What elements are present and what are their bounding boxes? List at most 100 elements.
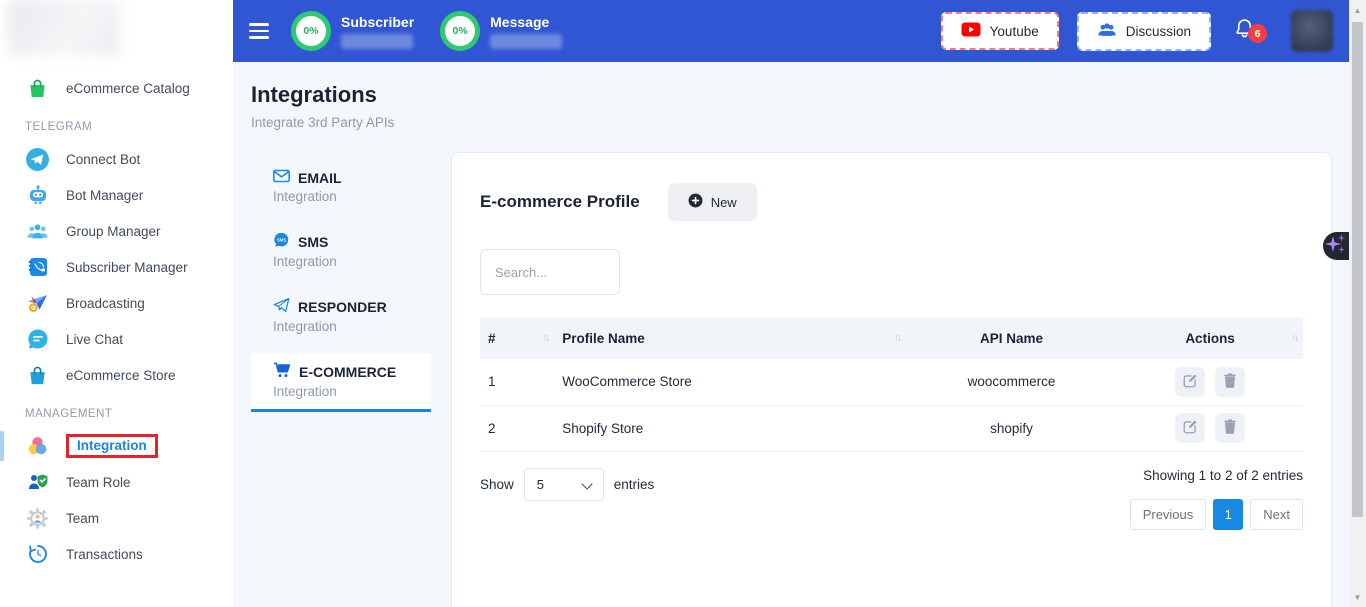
subnav-item-email[interactable]: EMAIL Integration xyxy=(251,160,431,214)
column-header-api-name[interactable]: API Name xyxy=(906,317,1117,359)
sidebar-item-integration[interactable]: Integration xyxy=(0,428,233,464)
search-input[interactable] xyxy=(480,249,620,295)
sort-icon[interactable]: ↑↓ xyxy=(542,333,548,344)
sidebar-item-label: Connect Bot xyxy=(66,152,140,167)
showing-entries-text: Showing 1 to 2 of 2 entries xyxy=(1143,468,1303,483)
sidebar-item-connect-bot[interactable]: Connect Bot xyxy=(0,141,233,177)
subscriber-progress-ring: 0% xyxy=(291,11,331,51)
shopping-cart-icon xyxy=(273,362,291,381)
scroll-up-arrow-icon[interactable]: ▲ xyxy=(1349,2,1366,18)
edit-icon xyxy=(1183,419,1198,437)
scrollbar-thumb[interactable] xyxy=(1352,22,1363,517)
hamburger-icon[interactable] xyxy=(249,23,269,38)
shopping-bag-green-icon xyxy=(25,76,50,101)
sidebar-item-bot-manager[interactable]: Bot Manager xyxy=(0,177,233,213)
ai-assistant-button[interactable] xyxy=(1323,232,1349,260)
page-size-select[interactable]: 5 xyxy=(524,468,604,501)
ai-sparkles-icon xyxy=(1325,232,1347,261)
discussion-button[interactable]: Discussion xyxy=(1077,12,1211,51)
message-value-blurred xyxy=(490,34,562,49)
sidebar-item-ecommerce-catalog[interactable]: eCommerce Catalog xyxy=(0,70,233,106)
sidebar-item-subscriber-manager[interactable]: Subscriber Manager xyxy=(0,249,233,285)
discussion-button-label: Discussion xyxy=(1126,24,1191,39)
api-name-cell: shopify xyxy=(906,405,1117,451)
row-number: 1 xyxy=(480,359,554,405)
sort-icon[interactable]: ↑↓ xyxy=(1291,333,1297,344)
column-header-profile-name[interactable]: Profile Name↑↓ xyxy=(554,317,906,359)
discussion-users-icon xyxy=(1097,22,1117,41)
table-row: 2 Shopify Store shopify xyxy=(480,405,1303,451)
subnav-item-ecommerce[interactable]: E-COMMERCE Integration xyxy=(251,353,431,412)
profile-name-cell: Shopify Store xyxy=(554,405,906,451)
subnav-subtitle: Integration xyxy=(273,319,431,334)
sidebar-item-label: Team Role xyxy=(66,475,131,490)
subscriber-stat-label: Subscriber xyxy=(341,14,414,30)
show-label: Show xyxy=(480,477,514,492)
sidebar-item-ecommerce-store[interactable]: eCommerce Store xyxy=(0,357,233,393)
message-progress-ring: 0% xyxy=(440,11,480,51)
edit-button[interactable] xyxy=(1175,367,1205,397)
svg-text:SMS: SMS xyxy=(277,238,286,243)
users-group-icon xyxy=(25,219,50,244)
sidebar-item-team[interactable]: Team xyxy=(0,500,233,536)
plus-circle-icon xyxy=(688,193,703,211)
delete-button[interactable] xyxy=(1215,413,1245,443)
sidebar-section-management: MANAGEMENT xyxy=(0,408,233,420)
scroll-down-arrow-icon[interactable]: ▼ xyxy=(1349,589,1366,605)
sidebar-item-broadcasting[interactable]: Broadcasting xyxy=(0,285,233,321)
main-content: Integrations Integrate 3rd Party APIs EM… xyxy=(233,62,1349,607)
sidebar-item-team-role[interactable]: Team Role xyxy=(0,464,233,500)
api-name-cell: woocommerce xyxy=(906,359,1117,405)
paper-plane-icon xyxy=(273,297,290,316)
subnav-item-responder[interactable]: RESPONDER Integration xyxy=(251,288,431,344)
sidebar: eCommerce Catalog TELEGRAM Connect Bot B… xyxy=(0,0,233,607)
subnav-title: E-COMMERCE xyxy=(299,364,396,380)
column-header-num[interactable]: #↑↓ xyxy=(480,317,554,359)
user-avatar[interactable] xyxy=(1291,10,1333,52)
sidebar-item-label: Integration xyxy=(77,438,147,453)
message-percent: 0% xyxy=(445,16,475,46)
profiles-table: #↑↓ Profile Name↑↓ API Name Actions↑↓ 1 … xyxy=(480,317,1303,452)
sidebar-item-label: eCommerce Catalog xyxy=(66,81,190,96)
sidebar-item-label: eCommerce Store xyxy=(66,368,176,383)
sort-icon[interactable]: ↑↓ xyxy=(894,333,900,344)
pagination: Previous 1 Next xyxy=(1130,499,1303,530)
active-indicator xyxy=(0,431,4,461)
sidebar-item-group-manager[interactable]: Group Manager xyxy=(0,213,233,249)
edit-icon xyxy=(1183,373,1198,391)
sidebar-item-live-chat[interactable]: Live Chat xyxy=(0,321,233,357)
store-bag-blue-icon xyxy=(25,363,50,388)
contact-book-icon xyxy=(25,255,50,280)
previous-page-button[interactable]: Previous xyxy=(1130,499,1207,530)
integration-subnav: EMAIL Integration SMS SMS Integration xyxy=(251,152,431,421)
sidebar-item-label: Subscriber Manager xyxy=(66,260,188,275)
subnav-title: EMAIL xyxy=(298,170,342,186)
broadcast-plane-icon xyxy=(25,291,50,316)
next-page-button[interactable]: Next xyxy=(1250,499,1303,530)
notification-count-badge: 6 xyxy=(1248,24,1267,43)
card-title: E-commerce Profile xyxy=(480,192,640,212)
page-scrollbar[interactable]: ▲ ▼ xyxy=(1349,0,1366,607)
new-button-label: New xyxy=(711,195,737,210)
notification-bell[interactable]: 6 xyxy=(1229,16,1259,46)
telegram-plane-icon xyxy=(25,147,50,172)
role-shield-icon xyxy=(25,470,50,495)
subnav-item-sms[interactable]: SMS SMS Integration xyxy=(251,223,431,279)
subscriber-value-blurred xyxy=(341,34,413,49)
youtube-button[interactable]: Youtube xyxy=(941,12,1059,50)
edit-button[interactable] xyxy=(1175,413,1205,443)
chevron-down-icon xyxy=(581,478,592,489)
message-stat-label: Message xyxy=(490,14,562,30)
sidebar-item-label: Team xyxy=(66,511,99,526)
page-1-button[interactable]: 1 xyxy=(1213,499,1243,530)
page-subtitle: Integrate 3rd Party APIs xyxy=(251,115,1349,130)
sidebar-item-label: Live Chat xyxy=(66,332,123,347)
youtube-icon xyxy=(961,22,981,40)
column-header-actions: Actions↑↓ xyxy=(1117,317,1303,359)
sidebar-item-label: Group Manager xyxy=(66,224,161,239)
sidebar-item-transactions[interactable]: Transactions xyxy=(0,536,233,572)
new-profile-button[interactable]: New xyxy=(668,183,757,221)
app-logo xyxy=(8,0,120,55)
delete-button[interactable] xyxy=(1215,367,1245,397)
subscriber-percent: 0% xyxy=(296,16,326,46)
